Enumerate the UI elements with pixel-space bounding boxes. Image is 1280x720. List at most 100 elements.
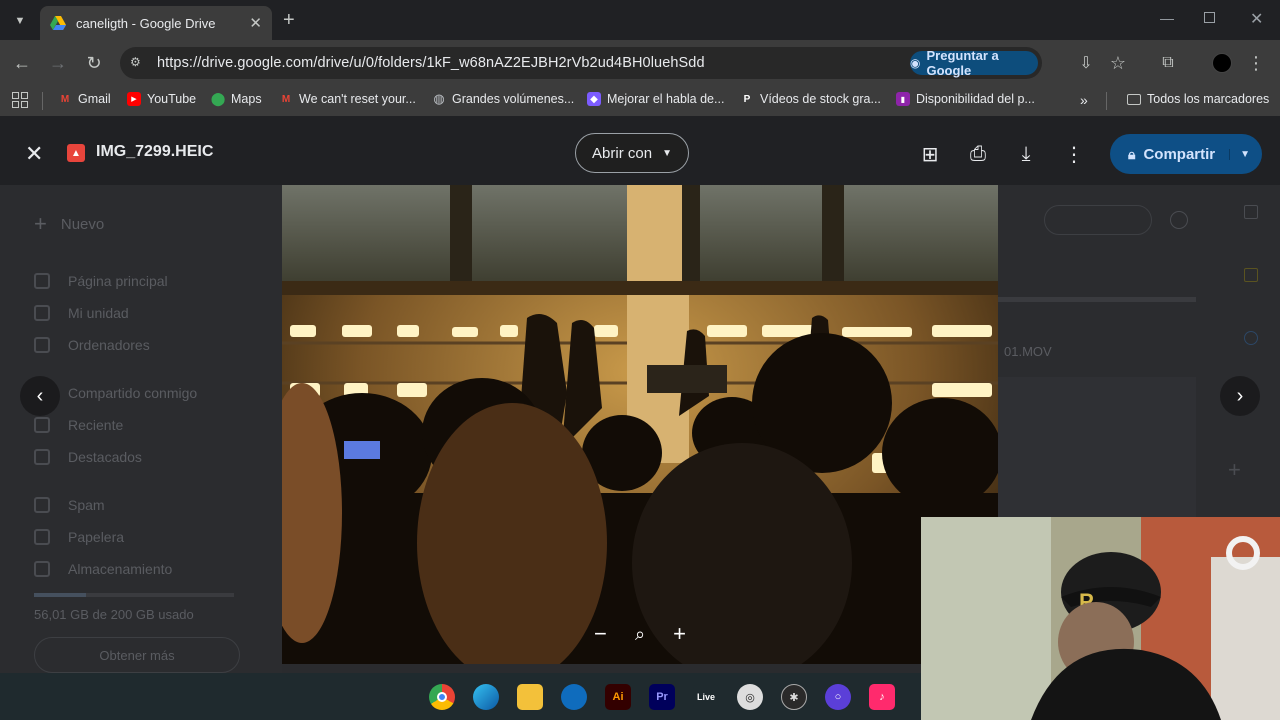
add-icon: + bbox=[1228, 457, 1241, 482]
lens-icon: ◉ bbox=[910, 56, 921, 70]
tab-title: caneligth - Google Drive bbox=[76, 15, 216, 31]
premiere-icon[interactable]: Pr bbox=[649, 684, 675, 710]
url-text: https://drive.google.com/drive/u/0/folde… bbox=[157, 55, 705, 71]
webcam-overlay: P bbox=[921, 517, 1280, 720]
browser-tab-active[interactable]: caneligth - Google Drive ✕ bbox=[40, 6, 272, 40]
get-more-storage-button: Obtener más bbox=[34, 637, 240, 673]
sidebar-item-computers: Ordenadores bbox=[34, 337, 150, 353]
address-bar[interactable]: ⚙ https://drive.google.com/drive/u/0/fol… bbox=[120, 47, 1042, 79]
all-bookmarks-folder[interactable]: Todos los marcadores bbox=[1127, 92, 1269, 106]
globe-icon: ◍ bbox=[433, 91, 445, 106]
sidebar-item-home: Página principal bbox=[34, 273, 168, 289]
bookmark-gmail[interactable]: M Gmail bbox=[58, 92, 111, 106]
info-icon bbox=[1170, 211, 1188, 229]
sidebar-item-storage: Almacenamiento bbox=[34, 561, 172, 577]
bookmark-disponibilidad[interactable]: ▮ Disponibilidad del p... bbox=[896, 92, 1035, 106]
edge-icon[interactable] bbox=[473, 684, 499, 710]
google-drive-icon bbox=[50, 16, 66, 30]
restore-button[interactable] bbox=[1204, 12, 1215, 23]
pexels-icon: P bbox=[743, 93, 751, 105]
bookmark-label: We can't reset your... bbox=[299, 92, 416, 106]
bookmark-mejorar[interactable]: ◆ Mejorar el habla de... bbox=[587, 92, 724, 106]
more-actions-icon[interactable]: ⋮ bbox=[1060, 140, 1088, 168]
bookmark-label: Grandes volúmenes... bbox=[452, 92, 575, 106]
folder-icon bbox=[1127, 93, 1141, 105]
sidebar-item-trash: Papelera bbox=[34, 529, 124, 545]
chrome-icon[interactable] bbox=[429, 684, 455, 710]
tiktok-icon[interactable]: ♪ bbox=[869, 684, 895, 710]
sidebar-item-spam: Spam bbox=[34, 497, 105, 513]
file-name: IMG_7299.HEIC bbox=[96, 143, 214, 160]
zoom-out-button[interactable]: − bbox=[594, 621, 607, 647]
bookmark-pexels[interactable]: P Vídeos de stock gra... bbox=[740, 92, 881, 106]
all-bookmarks-label: Todos los marcadores bbox=[1147, 92, 1270, 106]
site-info-icon[interactable]: ⚙ bbox=[130, 55, 146, 71]
close-tab-icon[interactable]: ✕ bbox=[249, 14, 262, 32]
sidebar-item-my-drive: Mi unidad bbox=[34, 305, 129, 321]
photos-app-icon[interactable] bbox=[561, 684, 587, 710]
live-app-icon[interactable]: Live bbox=[693, 684, 719, 710]
windows-start-icon[interactable] bbox=[386, 684, 412, 710]
ask-google-label: Preguntar a Google bbox=[926, 48, 999, 78]
add-comment-icon[interactable]: ⊞ bbox=[916, 140, 944, 168]
bookmark-gmail-reset[interactable]: M We can't reset your... bbox=[279, 92, 416, 106]
download-icon[interactable]: ⤓ bbox=[1012, 140, 1040, 168]
new-button: + Nuevo bbox=[34, 211, 105, 236]
minimize-button[interactable]: — bbox=[1160, 10, 1174, 26]
print-icon[interactable]: ⎙ bbox=[964, 140, 992, 168]
storage-text: 56,01 GB de 200 GB usado bbox=[34, 607, 194, 622]
view-toggle bbox=[1044, 205, 1152, 235]
cortana-icon[interactable]: ○ bbox=[825, 684, 851, 710]
tab-search-button[interactable]: ▼ bbox=[8, 9, 32, 33]
next-file-button[interactable]: › bbox=[1220, 376, 1260, 416]
side-panel-icons bbox=[1244, 205, 1258, 345]
bookmark-grandes[interactable]: ◍ Grandes volúmenes... bbox=[432, 91, 575, 106]
open-with-label: Abrir con bbox=[592, 144, 653, 162]
photo-preview bbox=[282, 133, 998, 664]
browser-menu-icon[interactable]: ⋮ bbox=[1243, 50, 1269, 76]
zoom-icon[interactable]: ⌕ bbox=[635, 624, 645, 645]
file-thumbnail-dimmed bbox=[998, 377, 1196, 517]
close-window-button[interactable]: ✕ bbox=[1250, 9, 1263, 29]
bookmark-label: Gmail bbox=[78, 92, 111, 106]
app-icon: ◆ bbox=[587, 92, 601, 106]
illustrator-icon[interactable]: Ai bbox=[605, 684, 631, 710]
back-button[interactable]: ← bbox=[9, 50, 35, 76]
new-tab-button[interactable]: + bbox=[283, 9, 301, 31]
webcam-person: P bbox=[921, 517, 1280, 720]
ask-google-button[interactable]: ◉ Preguntar a Google bbox=[910, 48, 1038, 78]
obs-icon[interactable]: ◎ bbox=[737, 684, 763, 710]
file-explorer-icon[interactable] bbox=[517, 684, 543, 710]
caret-down-icon: ▼ bbox=[662, 147, 672, 159]
apps-grid-icon[interactable] bbox=[12, 92, 28, 108]
sidebar-item-starred: Destacados bbox=[34, 449, 142, 465]
share-dropdown-icon[interactable]: ▼ bbox=[1229, 148, 1250, 160]
zoom-in-button[interactable]: + bbox=[673, 621, 686, 647]
close-viewer-button[interactable]: ✕ bbox=[25, 141, 43, 167]
share-button[interactable]: 🔒︎ Compartir ▼ bbox=[1110, 134, 1262, 174]
open-with-button[interactable]: Abrir con ▼ bbox=[575, 133, 689, 173]
install-app-icon[interactable]: ⇩ bbox=[1073, 50, 1099, 76]
previous-file-button[interactable]: ‹ bbox=[20, 376, 60, 416]
bookmarks-bar: M Gmail ▶ YouTube ⬤ Maps M We can't reset yo… bbox=[0, 86, 1280, 116]
gmail-icon: M bbox=[60, 93, 70, 105]
davinci-icon[interactable]: ✱ bbox=[781, 684, 807, 710]
extensions-icon[interactable]: ⧉ bbox=[1155, 50, 1181, 76]
divider bbox=[998, 297, 1196, 302]
drive-sidebar-dimmed: + Nuevo Página principal Mi unidad Ordena… bbox=[0, 185, 282, 673]
zoom-controls: − ⌕ + bbox=[580, 616, 700, 652]
bookmark-label: Vídeos de stock gra... bbox=[760, 92, 881, 106]
bookmark-label: YouTube bbox=[147, 92, 197, 106]
more-bookmarks-icon[interactable]: » bbox=[1080, 92, 1088, 108]
bookmark-star-icon[interactable]: ☆ bbox=[1105, 50, 1131, 76]
bookmark-maps[interactable]: ⬤ Maps bbox=[211, 91, 262, 106]
bookmark-separator bbox=[1106, 92, 1107, 110]
lock-icon: 🔒︎ bbox=[1128, 145, 1136, 162]
share-label: Compartir bbox=[1143, 145, 1216, 163]
image-file-icon: ▲ bbox=[67, 144, 85, 162]
reload-button[interactable]: ↻ bbox=[81, 50, 107, 76]
bookmark-youtube[interactable]: ▶ YouTube bbox=[127, 92, 196, 106]
forward-button[interactable]: → bbox=[45, 50, 71, 76]
bookmark-label: Disponibilidad del p... bbox=[916, 92, 1035, 106]
profile-avatar[interactable] bbox=[1212, 53, 1232, 73]
